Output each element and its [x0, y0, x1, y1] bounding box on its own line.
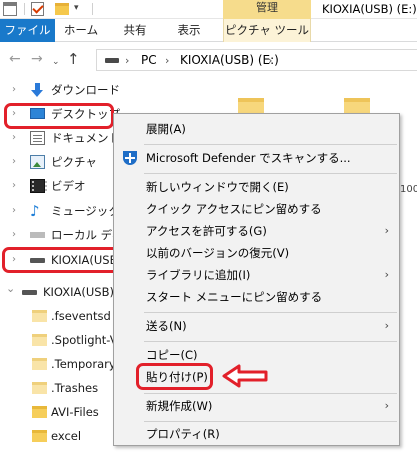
- sidebar-item-label: .Spotlight-V: [51, 333, 118, 347]
- highlight-paste: [136, 363, 213, 390]
- quick-access-divider: [92, 3, 93, 15]
- tab-share[interactable]: 共有: [113, 19, 157, 42]
- menu-item-expand[interactable]: 展開(A): [114, 118, 399, 140]
- submenu-arrow-icon: ›: [384, 319, 389, 332]
- sidebar-item-label: ビデオ: [51, 179, 86, 193]
- menu-item-label: Microsoft Defender でスキャンする...: [146, 151, 351, 165]
- menu-item-label: アクセスを許可する(G): [146, 224, 267, 238]
- chevron-right-icon[interactable]: ›: [12, 224, 16, 246]
- context-menu: 展開(A) Microsoft Defender でスキャンする... 新しいウ…: [113, 113, 400, 446]
- breadcrumb-pc[interactable]: PC: [141, 53, 157, 67]
- customize-toolbar-dropdown[interactable]: ▾: [74, 3, 79, 13]
- menu-divider: [144, 421, 397, 422]
- folder-icon: [32, 310, 47, 322]
- music-icon: ♪: [30, 202, 40, 220]
- local-disk-icon: [30, 232, 45, 238]
- submenu-arrow-icon: ›: [384, 399, 389, 412]
- sidebar-item-label: ピクチャ: [51, 155, 97, 169]
- menu-item-label: 送る(N): [146, 319, 187, 333]
- chevron-right-icon[interactable]: ›: [12, 175, 16, 197]
- folder-icon: [32, 334, 47, 346]
- sidebar-item-label: ダウンロード: [51, 83, 120, 97]
- menu-item-label: 新規作成(W): [146, 399, 213, 413]
- recent-locations-chevron-icon[interactable]: ⌄: [52, 54, 60, 70]
- chevron-right-icon[interactable]: ›: [12, 127, 16, 149]
- chevron-right-icon[interactable]: ›: [12, 200, 16, 222]
- sidebar-item-downloads[interactable]: › ダウンロード: [0, 79, 180, 101]
- menu-item-properties[interactable]: プロパティ(R): [114, 423, 399, 445]
- sidebar-item-label: ミュージック: [51, 204, 120, 218]
- up-button[interactable]: ↑: [67, 51, 80, 67]
- pictures-icon: [30, 155, 45, 169]
- properties-check-icon[interactable]: [31, 2, 44, 16]
- sidebar-item-label: excel: [51, 429, 82, 443]
- menu-item-label: 展開(A): [146, 122, 186, 136]
- breadcrumb-separator[interactable]: ›: [165, 54, 169, 67]
- chevron-right-icon[interactable]: ›: [12, 79, 16, 101]
- menu-item-label: スタート メニューにピン留めする: [146, 290, 323, 304]
- menu-item-include-library[interactable]: ライブラリに追加(I) ›: [114, 264, 399, 286]
- address-bar[interactable]: › PC › KIOXIA(USB) (E:) ›: [96, 49, 417, 71]
- menu-divider: [144, 144, 397, 145]
- drive-icon: [105, 58, 119, 63]
- breadcrumb-drive[interactable]: KIOXIA(USB) (E:): [180, 53, 279, 67]
- download-icon: [30, 83, 45, 97]
- highlight-kioxia: [2, 247, 121, 273]
- menu-divider: [144, 173, 397, 174]
- tab-picture-tools[interactable]: ピクチャ ツール: [223, 19, 311, 42]
- usb-drive-icon: [22, 290, 37, 295]
- menu-item-label: 以前のバージョンの復元(V): [146, 246, 290, 260]
- menu-divider: [144, 341, 397, 342]
- sidebar-item-label: AVI-Files: [51, 405, 99, 419]
- menu-item-give-access[interactable]: アクセスを許可する(G) ›: [114, 220, 399, 242]
- forward-button[interactable]: →: [31, 51, 43, 67]
- menu-item-label: プロパティ(R): [146, 427, 220, 441]
- breadcrumb-separator[interactable]: ›: [268, 54, 272, 67]
- tab-file[interactable]: ファイル: [0, 19, 55, 42]
- title-bar: ▾ 管理 KIOXIA(USB) (E:): [0, 0, 417, 19]
- manage-tab-header: 管理: [223, 0, 311, 19]
- sidebar-item-label: .Temporary: [51, 357, 116, 371]
- folder-icon: [32, 382, 47, 394]
- chevron-down-icon[interactable]: ⌄: [6, 278, 15, 300]
- defender-shield-icon: [123, 151, 137, 165]
- menu-item-pin-start[interactable]: スタート メニューにピン留めする: [114, 286, 399, 308]
- menu-item-open-new-window[interactable]: 新しいウィンドウで開く(E): [114, 176, 399, 198]
- menu-divider: [144, 312, 397, 313]
- window-title: KIOXIA(USB) (E:): [322, 2, 417, 16]
- submenu-arrow-icon: ›: [384, 268, 389, 281]
- highlight-desktop: [4, 103, 114, 129]
- window-icon[interactable]: [3, 2, 17, 16]
- menu-item-label: ライブラリに追加(I): [146, 268, 251, 282]
- menu-item-label: クイック アクセスにピン留めする: [146, 202, 322, 216]
- ribbon-tabs: ファイル ホーム 共有 表示 ピクチャ ツール: [0, 19, 417, 42]
- folder-icon: [32, 358, 47, 370]
- menu-divider: [144, 393, 397, 394]
- folder-icon: [32, 406, 47, 418]
- new-folder-icon[interactable]: [55, 3, 69, 15]
- videos-icon: [30, 179, 47, 193]
- breadcrumb-separator[interactable]: ›: [125, 54, 129, 67]
- menu-item-defender-scan[interactable]: Microsoft Defender でスキャンする...: [114, 147, 399, 169]
- submenu-arrow-icon: ›: [384, 224, 389, 237]
- sidebar-item-label: ドキュメント: [51, 131, 120, 145]
- quick-access-divider: [24, 3, 25, 15]
- menu-item-new[interactable]: 新規作成(W) ›: [114, 395, 399, 417]
- tab-home[interactable]: ホーム: [57, 19, 105, 42]
- sidebar-item-label: KIOXIA(USB) (: [43, 285, 123, 299]
- chevron-right-icon[interactable]: ›: [12, 151, 16, 173]
- address-row: ← → ⌄ ↑ › PC › KIOXIA(USB) (E:) ›: [0, 47, 417, 73]
- tab-view[interactable]: 表示: [165, 19, 213, 42]
- documents-icon: [30, 131, 45, 145]
- file-label-partial: 100: [400, 184, 417, 195]
- sidebar-item-label: .fseventsd: [51, 309, 111, 323]
- folder-icon: [32, 430, 47, 442]
- menu-item-pin-quick-access[interactable]: クイック アクセスにピン留めする: [114, 198, 399, 220]
- menu-item-restore-previous[interactable]: 以前のバージョンの復元(V): [114, 242, 399, 264]
- pointer-arrow-icon: [222, 364, 268, 388]
- menu-item-label: 新しいウィンドウで開く(E): [146, 180, 289, 194]
- sidebar-item-label: .Trashes: [51, 381, 99, 395]
- menu-item-send-to[interactable]: 送る(N) ›: [114, 315, 399, 337]
- back-button[interactable]: ←: [9, 51, 21, 67]
